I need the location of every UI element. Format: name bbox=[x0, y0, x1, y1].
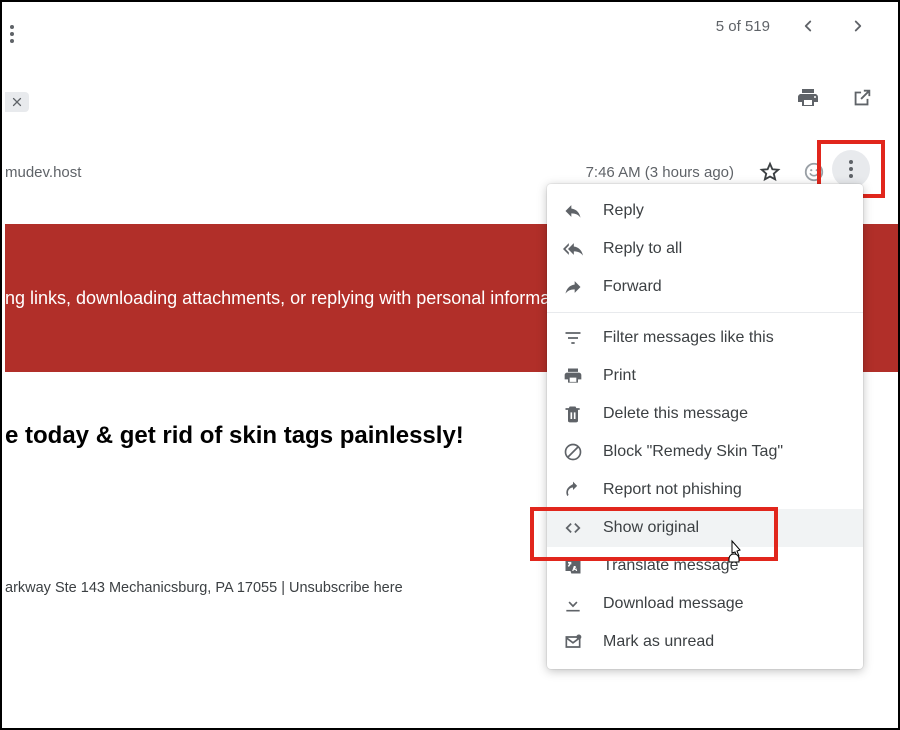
menu-show-original[interactable]: Show original bbox=[547, 509, 863, 547]
menu-translate[interactable]: Translate message bbox=[547, 547, 863, 585]
menu-mark-unread[interactable]: Mark as unread bbox=[547, 623, 863, 661]
mail-unread-icon bbox=[563, 632, 583, 652]
prev-page-button[interactable] bbox=[796, 14, 820, 38]
undo-icon bbox=[563, 480, 583, 500]
menu-delete[interactable]: Delete this message bbox=[547, 395, 863, 433]
trash-icon bbox=[563, 404, 583, 424]
sender-domain-fragment: mudev.host bbox=[5, 164, 81, 181]
menu-download[interactable]: Download message bbox=[547, 585, 863, 623]
menu-block[interactable]: Block "Remedy Skin Tag" bbox=[547, 433, 863, 471]
print-button[interactable] bbox=[790, 80, 826, 116]
pagination-label: 5 of 519 bbox=[716, 18, 770, 35]
menu-report[interactable]: Report not phishing bbox=[547, 471, 863, 509]
menu-separator bbox=[547, 312, 863, 313]
code-icon bbox=[563, 518, 583, 538]
menu-print[interactable]: Print bbox=[547, 357, 863, 395]
menu-reply-all[interactable]: Reply to all bbox=[547, 230, 863, 268]
menu-filter[interactable]: Filter messages like this bbox=[547, 319, 863, 357]
more-options-button[interactable] bbox=[832, 150, 870, 188]
download-icon bbox=[563, 594, 583, 614]
more-options-menu: Reply Reply to all Forward Filter messag… bbox=[547, 184, 863, 669]
email-footer-address: arkway Ste 143 Mechanicsburg, PA 17055 |… bbox=[5, 580, 403, 596]
timestamp-label: 7:46 AM (3 hours ago) bbox=[586, 164, 734, 181]
reply-icon bbox=[563, 201, 583, 221]
unsubscribe-link[interactable]: Unsubscribe here bbox=[289, 580, 403, 596]
next-page-button[interactable] bbox=[846, 14, 870, 38]
email-body-headline: e today & get rid of skin tags painlessl… bbox=[5, 422, 464, 450]
label-chip-close[interactable] bbox=[5, 92, 29, 112]
menu-forward[interactable]: Forward bbox=[547, 268, 863, 306]
open-new-window-button[interactable] bbox=[844, 80, 880, 116]
filter-icon bbox=[563, 328, 583, 348]
print-icon bbox=[563, 366, 583, 386]
forward-icon bbox=[563, 277, 583, 297]
block-icon bbox=[563, 442, 583, 462]
expand-dots-icon[interactable] bbox=[8, 24, 16, 49]
menu-reply[interactable]: Reply bbox=[547, 192, 863, 230]
translate-icon bbox=[563, 556, 583, 576]
reply-all-icon bbox=[563, 239, 583, 259]
